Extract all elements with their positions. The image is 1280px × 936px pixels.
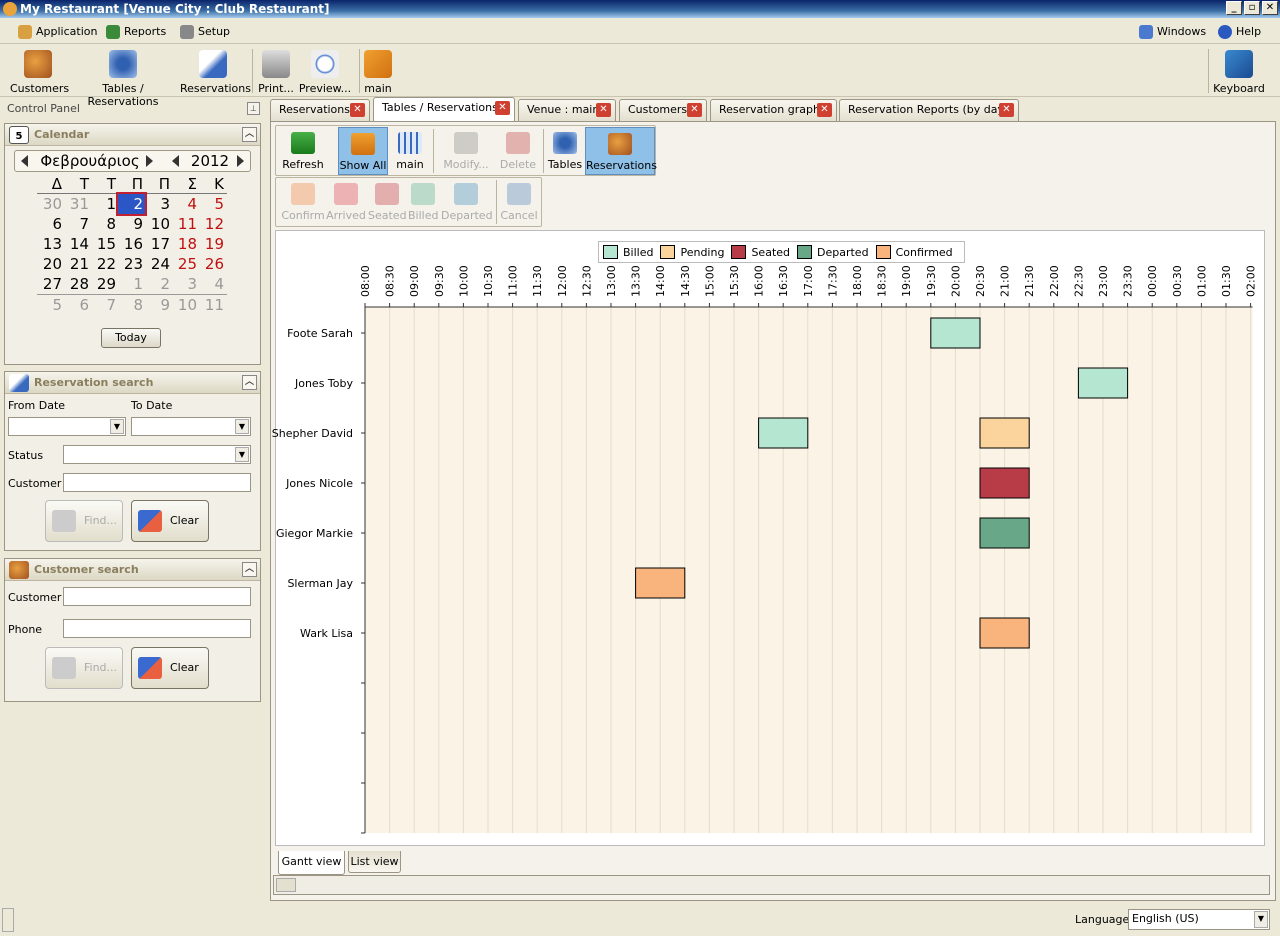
time-tick-label: 00:30 <box>1171 265 1184 297</box>
row-label: Jones Toby <box>294 377 354 390</box>
time-tick-label: 11:00 <box>507 265 520 297</box>
status-bar: Language English (US) ▼ <box>0 906 1280 936</box>
time-tick-label: 17:30 <box>826 265 839 297</box>
reservation-bar[interactable] <box>979 417 1030 449</box>
legend-label: Billed <box>623 245 654 259</box>
legend-swatch <box>875 245 891 259</box>
time-tick-label: 13:00 <box>605 265 618 297</box>
legend-label: Confirmed <box>895 245 953 259</box>
legend-swatch <box>797 245 813 259</box>
time-tick-label: 20:30 <box>974 265 987 297</box>
legend-label: Departed <box>817 245 869 259</box>
time-tick-label: 21:00 <box>999 265 1012 297</box>
time-tick-label: 18:30 <box>876 265 889 297</box>
time-tick-label: 10:30 <box>482 265 495 297</box>
reservation-bar[interactable] <box>979 517 1030 549</box>
legend-swatch <box>731 245 747 259</box>
time-tick-label: 23:30 <box>1122 265 1135 297</box>
time-tick-label: 11:30 <box>531 265 544 297</box>
row-label: Shepher David <box>272 427 353 440</box>
reservation-bar[interactable] <box>930 317 981 349</box>
time-tick-label: 21:30 <box>1023 265 1036 297</box>
legend-swatch <box>603 245 618 259</box>
time-tick-label: 08:00 <box>359 265 372 297</box>
time-tick-label: 08:30 <box>384 265 397 297</box>
time-tick-label: 19:00 <box>900 265 913 297</box>
legend-label: Seated <box>751 245 791 259</box>
time-tick-label: 09:30 <box>433 265 446 297</box>
reservation-bar[interactable] <box>635 567 686 599</box>
row-label: Foote Sarah <box>287 327 353 340</box>
gantt-legend: Billed Pending Seated Departed Confirmed <box>598 241 965 263</box>
time-tick-label: 09:00 <box>408 265 421 297</box>
time-tick-label: 12:30 <box>580 265 593 297</box>
language-select[interactable]: English (US) ▼ <box>1128 909 1270 930</box>
time-tick-label: 12:00 <box>556 265 569 297</box>
reservation-bar[interactable] <box>979 617 1030 649</box>
time-tick-label: 14:30 <box>679 265 692 297</box>
chevron-down-icon[interactable]: ▼ <box>1254 911 1268 928</box>
time-tick-label: 01:30 <box>1220 265 1233 297</box>
row-label: Giegor Markie <box>276 527 353 540</box>
horizontal-scrollbar[interactable] <box>273 875 1270 895</box>
legend-item-departed: Departed <box>797 245 869 259</box>
time-tick-label: 23:00 <box>1097 265 1110 297</box>
time-tick-label: 14:00 <box>654 265 667 297</box>
scroll-thumb[interactable] <box>276 878 296 892</box>
reservation-bar[interactable] <box>1077 367 1129 399</box>
time-tick-label: 18:00 <box>851 265 864 297</box>
legend-item-confirmed: Confirmed <box>875 245 953 259</box>
time-tick-label: 00:00 <box>1146 265 1159 297</box>
row-label: Slerman Jay <box>287 577 353 590</box>
time-tick-label: 22:00 <box>1048 265 1061 297</box>
time-tick-label: 20:00 <box>949 265 962 297</box>
legend-item-seated: Seated <box>731 245 790 259</box>
language-value: English (US) <box>1132 912 1199 925</box>
time-tick-label: 10:00 <box>457 265 470 297</box>
time-tick-label: 16:30 <box>777 265 790 297</box>
gantt-chart-canvas: 08:00 08:30 09:00 09:30 10:00 10:30 11:00 11:30… <box>272 265 1258 834</box>
status-grip <box>2 908 14 932</box>
time-tick-label: 01:00 <box>1195 265 1208 297</box>
reservation-bar[interactable] <box>758 417 809 449</box>
reservation-bar[interactable] <box>979 467 1030 499</box>
tab-list-view[interactable]: List view <box>348 851 401 873</box>
time-tick-label: 15:00 <box>703 265 716 297</box>
legend-swatch <box>660 245 676 259</box>
legend-label: Pending <box>680 245 725 259</box>
row-label: Jones Nicole <box>285 477 353 490</box>
tab-gantt-view[interactable]: Gantt view <box>278 851 345 875</box>
time-tick-label: 13:30 <box>630 265 643 297</box>
legend-item-pending: Pending <box>660 245 724 259</box>
time-tick-label: 22:30 <box>1072 265 1085 297</box>
legend-item-billed: Billed <box>603 245 653 259</box>
time-tick-label: 15:30 <box>728 265 741 297</box>
language-label: Language <box>1075 913 1130 926</box>
time-tick-label: 17:00 <box>802 265 815 297</box>
time-tick-label: 19:30 <box>925 265 938 297</box>
time-tick-label: 16:00 <box>753 265 766 297</box>
row-label: Wark Lisa <box>300 627 353 640</box>
time-tick-label: 02:00 <box>1245 265 1258 297</box>
